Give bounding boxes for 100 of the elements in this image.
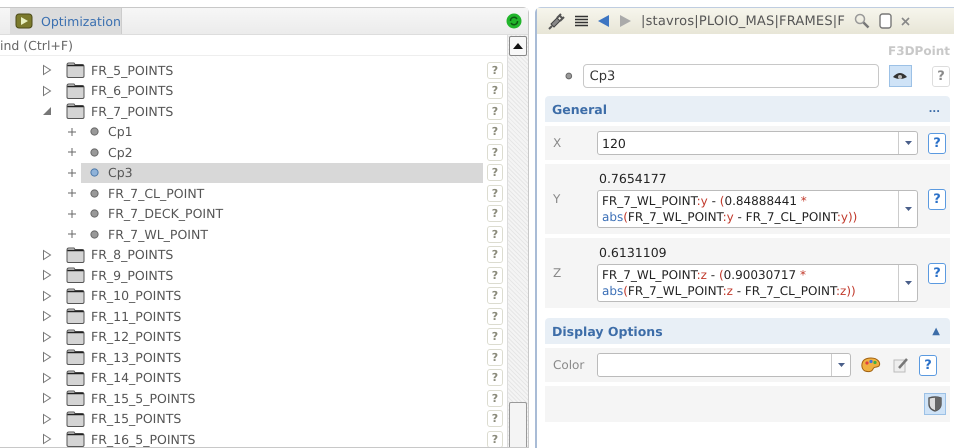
tree-item[interactable]: FR_15_POINTS [91,408,483,429]
close-icon[interactable] [901,16,910,26]
help-button[interactable]: ? [487,164,503,182]
folder-icon [66,246,85,263]
folder-icon [66,370,85,386]
color-combo[interactable] [597,353,851,377]
tree-item[interactable]: FR_6_POINTS [91,80,483,101]
tree-item[interactable]: FR_13_POINTS [91,347,483,368]
point-icon [90,148,99,157]
caret-icon[interactable] [904,280,912,284]
help-button[interactable]: ? [487,62,503,79]
expand-icon[interactable] [42,64,52,76]
tree-item[interactable]: FR_7_WL_POINT [81,224,483,244]
point-icon [90,230,99,239]
formula-field[interactable]: FR_7_WL_POINT:z - (0.90030717 * abs(FR_7_WL_POINT:z - FR_7_CL_POINT:z)) [597,264,918,302]
help-button[interactable]: ? [928,188,946,210]
expand-icon[interactable] [42,330,52,343]
tree-item[interactable]: FR_12_POINTS [91,326,483,347]
list-icon[interactable] [575,15,588,27]
help-button[interactable]: ? [919,354,937,376]
shield-button[interactable] [924,393,946,415]
help-button[interactable]: ? [928,262,946,284]
plus-icon[interactable] [68,148,76,156]
point-icon [90,127,99,136]
folder-icon [66,308,85,324]
expand-icon[interactable] [42,351,52,364]
tree-item[interactable]: FR_5_POINTS [91,60,483,80]
tree-item[interactable]: Cp3 [81,162,483,183]
help-button[interactable]: ? [487,82,503,100]
section-toggle[interactable]: ... [928,104,940,114]
scrollbar[interactable] [507,35,528,447]
back-arrow-icon[interactable] [597,14,610,28]
help-button[interactable]: ? [487,123,503,140]
name-field[interactable]: Cp3 [582,64,879,88]
help-button[interactable]: ? [487,144,503,161]
expand-icon[interactable] [42,84,52,97]
help-button[interactable]: ? [487,184,503,202]
help-button[interactable]: ? [932,66,950,86]
document-icon[interactable] [879,13,892,29]
tree-item[interactable]: FR_7_DECK_POINT [81,204,483,224]
expand-icon[interactable] [42,248,52,261]
plus-icon[interactable] [68,210,76,218]
help-button[interactable]: ? [487,369,503,386]
help-button[interactable]: ? [487,348,503,366]
help-button[interactable]: ? [487,308,503,325]
tree-item[interactable]: FR_10_POINTS [91,286,483,306]
tree-item[interactable]: FR_15_5_POINTS [91,388,483,408]
point-icon [565,72,573,80]
optimization-tab[interactable]: Optimization [10,8,122,34]
plus-icon[interactable] [68,230,76,238]
help-button[interactable]: ? [487,410,503,428]
expand-icon[interactable] [42,392,52,404]
tree-item[interactable]: FR_11_POINTS [91,306,483,326]
section-header[interactable]: Display Options ▲ [545,318,950,344]
help-button[interactable]: ? [487,226,503,243]
plus-icon[interactable] [68,128,76,136]
field-label: Z [553,266,562,280]
scroll-up-button[interactable] [509,36,527,56]
palette-icon[interactable] [861,357,881,373]
help-button[interactable]: ? [928,132,946,154]
point-icon [90,188,99,198]
caret-icon[interactable] [904,206,912,210]
visibility-button[interactable] [889,65,912,87]
tree-item[interactable]: FR_14_POINTS [91,368,483,388]
expand-icon[interactable] [42,290,52,302]
folder-icon [66,267,85,284]
tree-item[interactable]: FR_7_POINTS [91,101,483,122]
tree-item[interactable]: FR_16_5_POINTS [91,429,483,447]
help-button[interactable]: ? [487,287,503,304]
plus-icon[interactable] [68,168,76,177]
help-button[interactable]: ? [487,328,503,346]
help-button[interactable]: ? [487,205,503,222]
expand-icon[interactable] [42,269,52,282]
tree-item[interactable]: FR_7_CL_POINT [81,183,483,204]
section-title: Display Options [552,324,663,338]
help-button[interactable]: ? [487,430,503,447]
help-button[interactable]: ? [487,102,503,120]
collapse-icon[interactable] [42,105,52,118]
formula-field[interactable]: FR_7_WL_POINT:y - (0.84888441 * abs(FR_7_WL_POINT:y - FR_7_CL_POINT:y)) [597,190,918,228]
expand-icon[interactable] [42,433,52,446]
plus-icon[interactable] [68,189,76,198]
caret-icon[interactable] [838,363,844,367]
expand-icon[interactable] [42,372,52,384]
help-button[interactable]: ? [487,246,503,264]
tree-item[interactable]: FR_8_POINTS [91,244,483,265]
help-button[interactable]: ? [487,390,503,407]
section-header[interactable]: General ... [545,96,950,122]
tree-item[interactable]: Cp1 [81,122,483,142]
value-combo[interactable]: 120 [597,131,918,155]
caret-icon[interactable] [904,141,912,145]
expand-icon[interactable] [42,412,52,425]
help-button[interactable]: ? [487,266,503,284]
expand-icon[interactable] [42,310,52,322]
tree-item[interactable]: Cp2 [81,142,483,162]
search-icon[interactable] [854,13,870,29]
tree-item[interactable]: FR_9_POINTS [91,265,483,286]
scroll-thumb[interactable] [509,402,527,447]
section-toggle[interactable]: ▲ [932,326,940,336]
refresh-icon[interactable] [506,13,522,29]
pencil-icon[interactable] [893,357,909,373]
